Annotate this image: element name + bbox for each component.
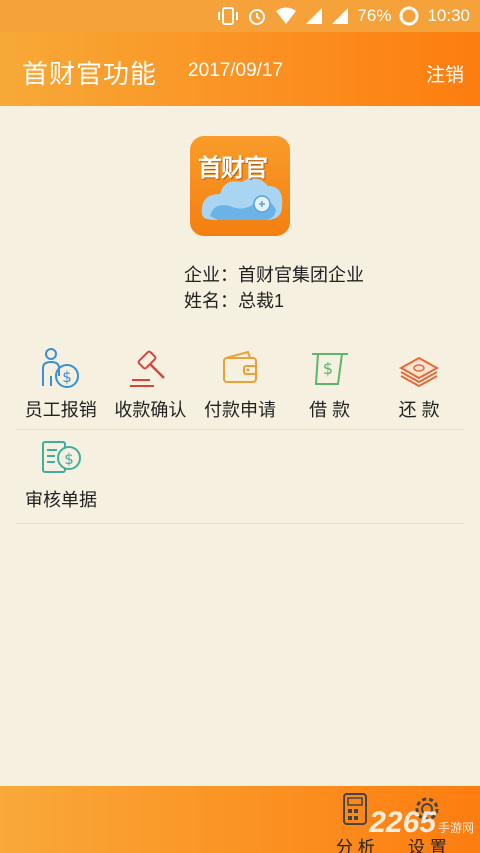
- audit-documents-button[interactable]: $ 审核单据: [16, 430, 106, 523]
- name-value: 总裁1: [238, 291, 285, 311]
- function-label: 付款申请: [203, 400, 276, 420]
- function-label: 审核单据: [25, 490, 97, 510]
- gavel-icon: [128, 346, 172, 390]
- svg-text:$: $: [64, 450, 74, 468]
- wallet-icon: [218, 346, 262, 390]
- name-label: 姓名：: [184, 291, 238, 311]
- function-label: 员工报销: [24, 400, 97, 420]
- status-bar: 76% 10:30: [0, 0, 480, 32]
- signal-icon: [305, 7, 323, 25]
- signal-2-icon: [331, 7, 349, 25]
- battery-icon: [399, 6, 419, 26]
- company-label: 企业：: [184, 265, 238, 285]
- employee-reimburse-button[interactable]: $ 员工报销: [16, 340, 106, 429]
- logo-text: 首财官: [198, 155, 268, 182]
- payment-request-button[interactable]: 付款申请: [195, 340, 285, 429]
- app-header: 首财官功能 2017/09/17 注销: [0, 32, 480, 106]
- svg-text:$: $: [62, 368, 72, 386]
- function-row: $ 审核单据: [16, 430, 464, 524]
- company-line: 企业：首财官集团企业: [184, 262, 364, 288]
- vibrate-icon: [217, 6, 239, 26]
- function-grid: $ 员工报销 收款确认 付款申请 $ 借 款 还 款 $ 审核单据: [16, 340, 464, 524]
- loan-button[interactable]: $ 借 款: [285, 340, 375, 429]
- user-info: 企业：首财官集团企业 姓名：总裁1: [184, 262, 364, 314]
- receipt-confirm-button[interactable]: 收款确认: [106, 340, 196, 429]
- employee-money-icon: $: [39, 346, 83, 390]
- function-label: 收款确认: [114, 400, 187, 420]
- document-dollar-icon: $: [39, 436, 83, 480]
- repayment-button[interactable]: 还 款: [374, 340, 464, 429]
- logout-button[interactable]: 注销: [426, 60, 464, 87]
- name-line: 姓名：总裁1: [184, 288, 364, 314]
- app-logo: 首财官: [190, 136, 290, 236]
- battery-percent: 76%: [357, 6, 392, 25]
- function-label: 借 款: [309, 400, 351, 420]
- site-watermark: 2265 手游网: [369, 806, 474, 840]
- watermark-small: 手游网: [437, 821, 474, 835]
- calculator-icon: [342, 792, 368, 831]
- function-label: 还 款: [398, 400, 440, 420]
- date-text: 2017/09/17: [188, 60, 284, 81]
- wifi-icon: [275, 7, 297, 25]
- page-title: 首财官功能: [22, 59, 158, 89]
- clock: 10:30: [427, 6, 470, 25]
- watermark-number: 2265: [369, 806, 436, 839]
- alarm-icon: [247, 6, 267, 26]
- company-value: 首财官集团企业: [238, 265, 364, 285]
- cash-stack-icon: [397, 346, 441, 390]
- svg-text:$: $: [322, 359, 332, 378]
- bill-icon: $: [308, 346, 352, 390]
- function-row: $ 员工报销 收款确认 付款申请 $ 借 款 还 款: [16, 340, 464, 430]
